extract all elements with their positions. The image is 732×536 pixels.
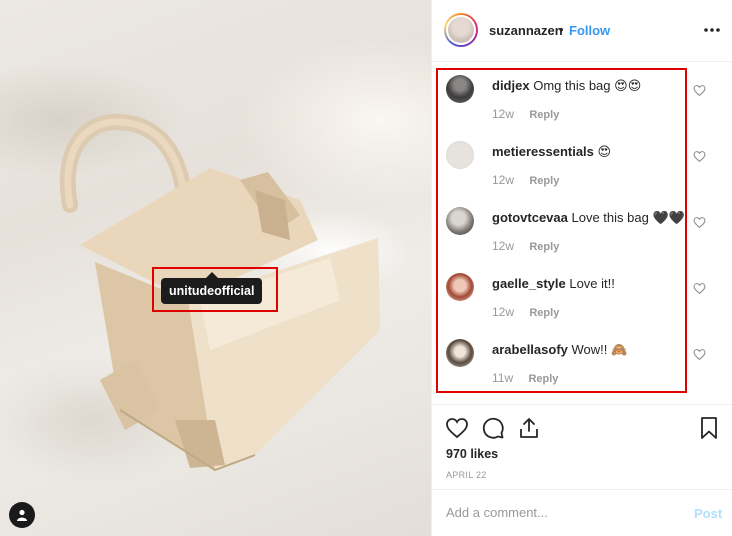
more-icon[interactable]: [702, 22, 722, 38]
heart-icon[interactable]: [445, 416, 469, 440]
heart-icon[interactable]: [693, 84, 706, 97]
heart-icon[interactable]: [693, 216, 706, 229]
post-actions: 970 likes APRIL 22: [432, 404, 732, 494]
post-side-panel: suzannazen • Follow didjex Omg this bag …: [431, 0, 732, 536]
follow-button[interactable]: Follow: [569, 23, 610, 38]
add-comment-bar: Post: [432, 489, 732, 536]
post-header: suzannazen • Follow: [432, 0, 732, 62]
heart-icon[interactable]: [693, 348, 706, 361]
header-separator: •: [559, 22, 564, 37]
heart-icon[interactable]: [693, 282, 706, 295]
post-photo[interactable]: unitudeofficial: [0, 0, 431, 536]
user-tag-icon[interactable]: [9, 502, 35, 528]
share-icon[interactable]: [517, 416, 541, 440]
comments-highlight-box: [436, 68, 687, 393]
post-username[interactable]: suzannazen: [489, 23, 563, 38]
comment-icon[interactable]: [481, 416, 505, 440]
tag-highlight-box: [152, 267, 278, 312]
heart-icon[interactable]: [693, 150, 706, 163]
post-button[interactable]: Post: [694, 506, 722, 521]
comments-scrollbar[interactable]: [728, 82, 732, 112]
bookmark-icon[interactable]: [697, 416, 721, 440]
avatar[interactable]: [444, 13, 478, 47]
post-date[interactable]: APRIL 22: [446, 470, 487, 480]
comment-input[interactable]: [446, 505, 676, 520]
likes-count[interactable]: 970 likes: [446, 447, 498, 461]
